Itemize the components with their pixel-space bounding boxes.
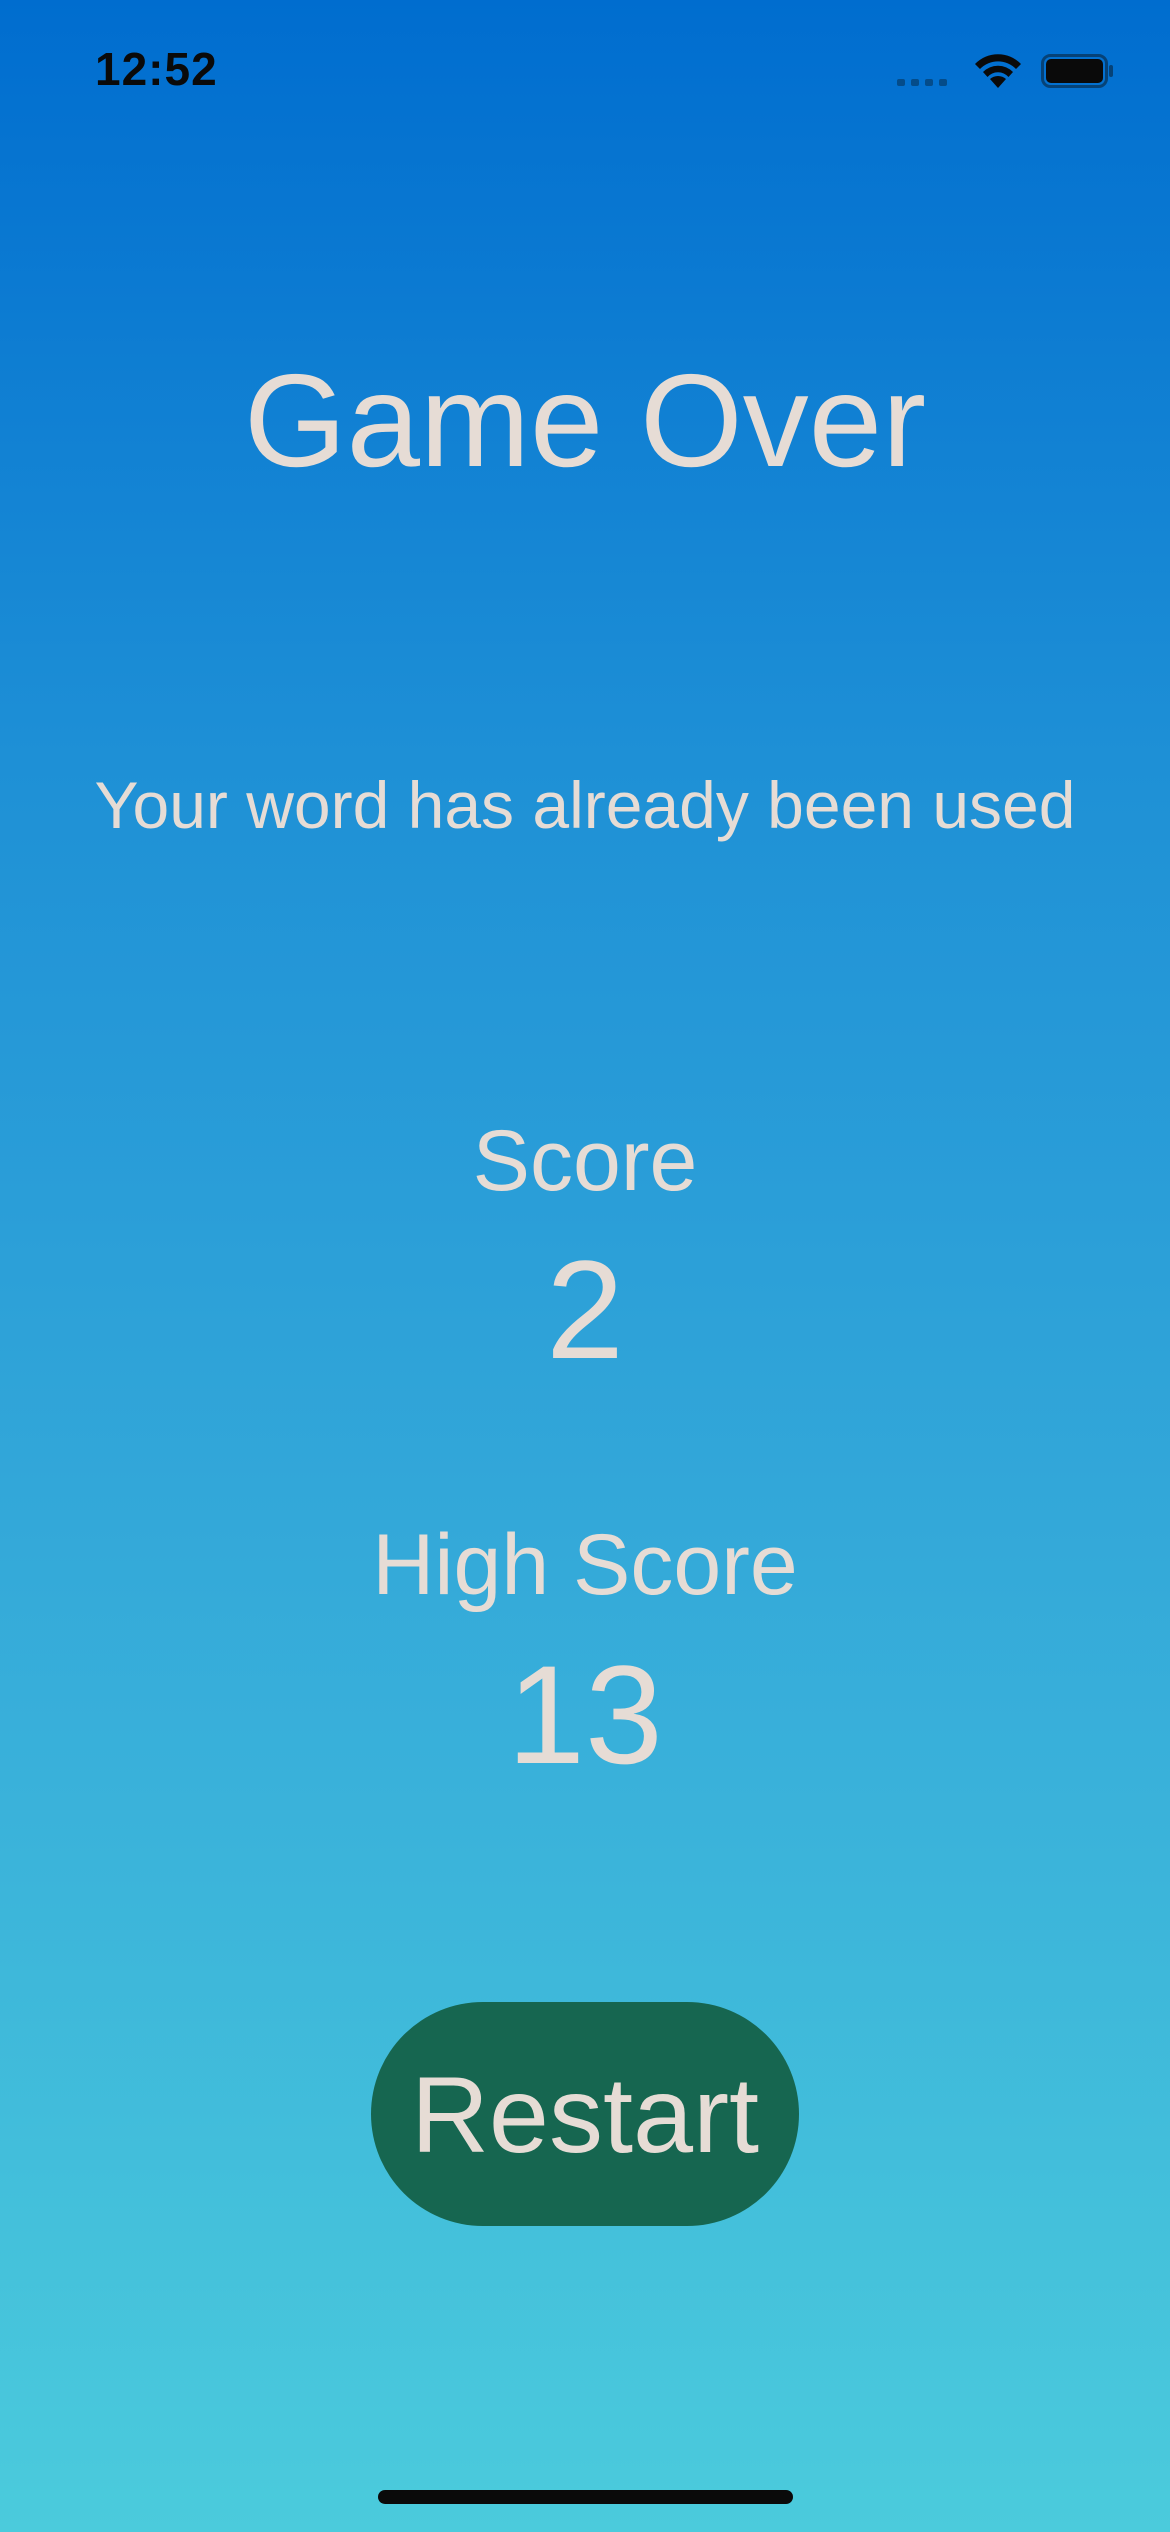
status-time: 12:52 — [95, 43, 218, 95]
cellular-signal-icon — [897, 56, 947, 86]
status-bar: 12:52 — [0, 0, 1170, 140]
home-indicator[interactable] — [378, 2490, 793, 2504]
battery-icon — [1041, 54, 1115, 88]
game-over-title: Game Over — [243, 347, 927, 494]
status-icons — [897, 52, 1115, 90]
score-label: Score — [472, 1113, 698, 1209]
score-value: 2 — [546, 1231, 624, 1388]
game-over-message: Your word has already been used — [94, 768, 1076, 842]
high-score-label: High Score — [372, 1517, 798, 1613]
restart-button[interactable]: Restart — [371, 2002, 799, 2226]
high-score-value: 13 — [507, 1636, 663, 1793]
game-over-screen: 12:52 Game Over Your word has already be… — [0, 0, 1170, 2532]
wifi-icon — [973, 52, 1023, 90]
